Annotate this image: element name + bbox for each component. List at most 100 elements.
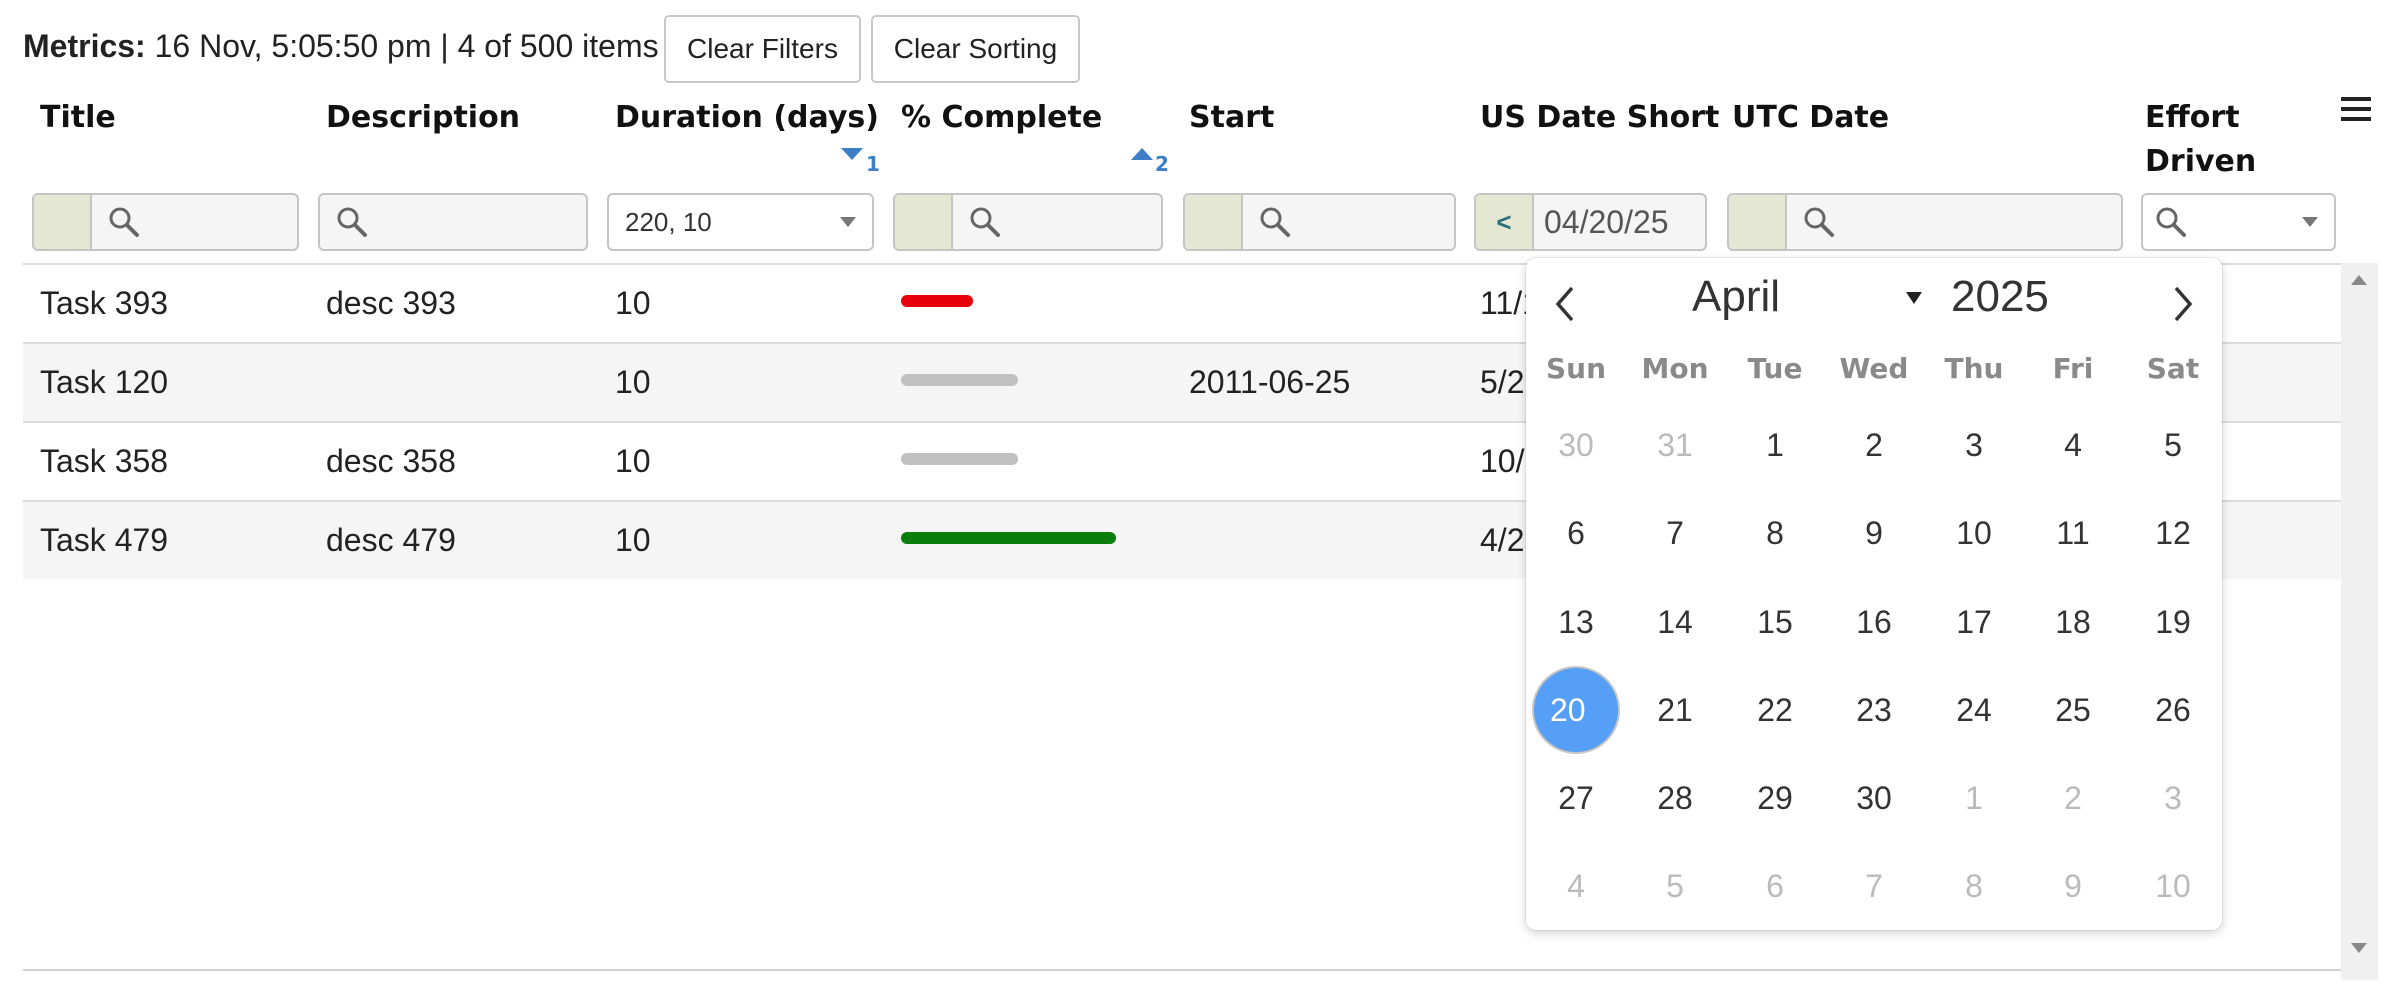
calendar-day[interactable]: 5 bbox=[1631, 842, 1719, 930]
filter-us-date-short[interactable]: < 04/20/25 bbox=[1474, 193, 1707, 251]
header-title[interactable]: Title bbox=[40, 96, 116, 140]
month-select[interactable]: April bbox=[1692, 272, 1780, 322]
filter-start[interactable] bbox=[1183, 193, 1456, 251]
calendar-day[interactable]: 8 bbox=[1930, 842, 2018, 930]
cell-us-date[interactable]: 4/2 bbox=[1480, 522, 1524, 559]
calendar-day[interactable]: 4 bbox=[1532, 842, 1620, 930]
cell-description[interactable]: desc 358 bbox=[326, 443, 456, 480]
metrics-label: Metrics: bbox=[23, 28, 146, 64]
calendar-day[interactable]: 8 bbox=[1731, 489, 1819, 577]
next-month-icon[interactable] bbox=[2166, 282, 2200, 326]
filter-operator[interactable] bbox=[34, 195, 92, 249]
calendar-day[interactable]: 4 bbox=[2029, 401, 2117, 489]
calendar-day[interactable]: 12 bbox=[2129, 489, 2217, 577]
calendar-day[interactable]: 6 bbox=[1532, 489, 1620, 577]
calendar-day[interactable]: 17 bbox=[1930, 578, 2018, 666]
calendar-day[interactable]: 19 bbox=[2129, 578, 2217, 666]
calendar-day[interactable]: 14 bbox=[1631, 578, 1719, 666]
filter-duration-select[interactable]: 220, 10 bbox=[607, 193, 874, 251]
calendar-day[interactable]: 23 bbox=[1830, 666, 1918, 754]
header-start[interactable]: Start bbox=[1189, 96, 1274, 140]
cell-us-date[interactable]: 10/ bbox=[1480, 443, 1524, 480]
calendar-day[interactable]: 2 bbox=[2029, 754, 2117, 842]
cell-us-date[interactable]: 5/2 bbox=[1480, 364, 1524, 401]
header-duration[interactable]: Duration (days) bbox=[615, 96, 879, 140]
calendar-day[interactable]: 15 bbox=[1731, 578, 1819, 666]
header-effort-driven[interactable]: Effort Driven bbox=[2145, 96, 2256, 184]
calendar-day[interactable]: 24 bbox=[1930, 666, 2018, 754]
calendar-day[interactable]: 13 bbox=[1532, 578, 1620, 666]
calendar-day[interactable]: 18 bbox=[2029, 578, 2117, 666]
filter-effort-driven-select[interactable] bbox=[2141, 193, 2336, 251]
clear-sorting-button[interactable]: Clear Sorting bbox=[871, 15, 1080, 83]
filter-title[interactable] bbox=[32, 193, 299, 251]
filter-operator[interactable]: < bbox=[1476, 195, 1534, 249]
calendar-day[interactable]: 27 bbox=[1532, 754, 1620, 842]
calendar-day[interactable]: 28 bbox=[1631, 754, 1719, 842]
vertical-scrollbar[interactable] bbox=[2341, 263, 2378, 980]
calendar-day[interactable]: 6 bbox=[1731, 842, 1819, 930]
cell-duration[interactable]: 10 bbox=[615, 285, 651, 322]
weekday-label: Wed bbox=[1839, 352, 1909, 385]
header-percent-complete[interactable]: % Complete bbox=[901, 96, 1102, 140]
header-us-date-short[interactable]: US Date Short bbox=[1480, 96, 1719, 140]
calendar-day[interactable]: 2 bbox=[1830, 401, 1918, 489]
calendar-day[interactable]: 10 bbox=[1930, 489, 2018, 577]
year-input[interactable]: 2025 bbox=[1951, 272, 2049, 322]
scroll-up-icon[interactable] bbox=[2351, 275, 2367, 285]
cell-description[interactable]: desc 479 bbox=[326, 522, 456, 559]
calendar-day[interactable]: 7 bbox=[1631, 489, 1719, 577]
cell-start[interactable]: 2011-06-25 bbox=[1189, 364, 1350, 401]
filter-us-date-value[interactable]: 04/20/25 bbox=[1544, 204, 1669, 241]
calendar-day[interactable]: 16 bbox=[1830, 578, 1918, 666]
clear-filters-button[interactable]: Clear Filters bbox=[664, 15, 861, 83]
search-icon bbox=[1253, 200, 1297, 244]
filter-operator[interactable] bbox=[1729, 195, 1787, 249]
filter-description[interactable] bbox=[318, 193, 588, 251]
filter-percent-complete[interactable] bbox=[893, 193, 1163, 251]
calendar-day[interactable]: 5 bbox=[2129, 401, 2217, 489]
weekday-label: Fri bbox=[2052, 352, 2094, 385]
cell-title[interactable]: Task 120 bbox=[40, 364, 168, 401]
weekday-label: Sun bbox=[1545, 352, 1607, 385]
calendar-day[interactable]: 9 bbox=[1830, 489, 1918, 577]
header-effort-line2: Driven bbox=[2145, 144, 2257, 179]
cell-duration[interactable]: 10 bbox=[615, 522, 651, 559]
calendar-day[interactable]: 1 bbox=[1930, 754, 2018, 842]
cell-duration[interactable]: 10 bbox=[615, 443, 651, 480]
cell-duration[interactable]: 10 bbox=[615, 364, 651, 401]
calendar-day[interactable]: 9 bbox=[2029, 842, 2117, 930]
sort-order-duration: 1 bbox=[866, 152, 880, 176]
calendar-day[interactable]: 1 bbox=[1731, 401, 1819, 489]
weekday-label: Sat bbox=[2146, 352, 2200, 385]
cell-description[interactable]: desc 393 bbox=[326, 285, 456, 322]
calendar-day[interactable]: 30 bbox=[1532, 401, 1620, 489]
calendar-day[interactable]: 26 bbox=[2129, 666, 2217, 754]
calendar-day[interactable]: 29 bbox=[1731, 754, 1819, 842]
cell-title[interactable]: Task 393 bbox=[40, 285, 168, 322]
calendar-day[interactable]: 3 bbox=[2129, 754, 2217, 842]
calendar-day[interactable]: 11 bbox=[2029, 489, 2117, 577]
chevron-down-icon bbox=[2302, 217, 2318, 227]
header-description[interactable]: Description bbox=[326, 96, 520, 140]
calendar-day[interactable]: 10 bbox=[2129, 842, 2217, 930]
prev-month-icon[interactable] bbox=[1548, 282, 1582, 326]
calendar-day[interactable]: 7 bbox=[1830, 842, 1918, 930]
filter-operator[interactable] bbox=[895, 195, 953, 249]
filter-operator[interactable] bbox=[1185, 195, 1243, 249]
calendar-day[interactable]: 25 bbox=[2029, 666, 2117, 754]
grid-menu-icon[interactable] bbox=[2341, 97, 2371, 121]
filter-utc-date[interactable] bbox=[1727, 193, 2123, 251]
header-utc-date[interactable]: UTC Date bbox=[1732, 96, 1889, 140]
calendar-day[interactable]: 30 bbox=[1830, 754, 1918, 842]
cell-title[interactable]: Task 479 bbox=[40, 522, 168, 559]
scroll-down-icon[interactable] bbox=[2351, 943, 2367, 953]
cell-title[interactable]: Task 358 bbox=[40, 443, 168, 480]
calendar-day[interactable]: 22 bbox=[1731, 666, 1819, 754]
calendar-day[interactable]: 31 bbox=[1631, 401, 1719, 489]
date-picker-popup[interactable]: April 2025 Sun Mon Tue Wed Thu Fri Sat 3… bbox=[1526, 258, 2222, 930]
calendar-day-selected[interactable]: 20 bbox=[1532, 666, 1620, 754]
calendar-day[interactable]: 3 bbox=[1930, 401, 2018, 489]
chevron-down-icon[interactable] bbox=[1906, 292, 1922, 304]
calendar-day[interactable]: 21 bbox=[1631, 666, 1719, 754]
